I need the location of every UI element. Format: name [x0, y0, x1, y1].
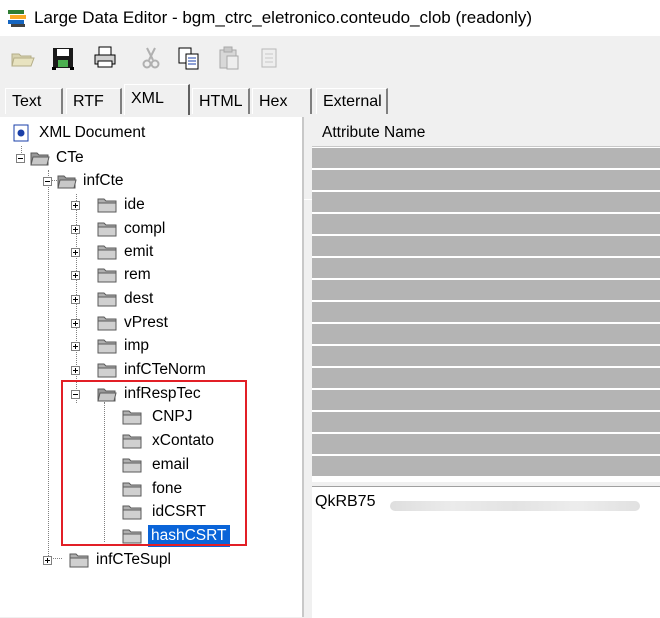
grid-row	[312, 170, 660, 190]
tab-xml[interactable]: XML	[124, 84, 190, 115]
folder-icon	[97, 290, 117, 308]
folder-icon	[97, 266, 117, 284]
tree-label: dest	[124, 290, 154, 307]
grid-row	[312, 390, 660, 410]
tab-html[interactable]: HTML	[192, 88, 250, 114]
grid-row	[312, 280, 660, 300]
clear-icon[interactable]	[256, 44, 282, 72]
folder-icon	[97, 361, 117, 379]
cut-scissors-icon[interactable]	[138, 44, 164, 72]
tree-label: compl	[124, 220, 166, 237]
window-title: Large Data Editor - bgm_ctrc_eletronico.…	[34, 8, 532, 27]
xml-document-icon	[12, 124, 32, 142]
expand-icon[interactable]	[71, 248, 80, 257]
grid-rows	[312, 148, 660, 482]
tree-label-xml-document: XML Document	[39, 124, 146, 141]
tree-label-cte: CTe	[56, 149, 84, 166]
collapse-icon[interactable]	[43, 177, 52, 186]
copy-icon[interactable]	[176, 44, 202, 72]
grid-row	[312, 368, 660, 388]
grid-row	[312, 434, 660, 454]
grid-row	[312, 236, 660, 256]
grid-row	[312, 324, 660, 344]
folder-icon	[97, 337, 117, 355]
obscured-value	[390, 501, 640, 511]
tab-hex[interactable]: Hex	[252, 88, 312, 114]
grid-row	[312, 258, 660, 278]
expand-icon[interactable]	[71, 271, 80, 280]
expand-icon[interactable]	[71, 342, 80, 351]
grid-row	[312, 456, 660, 476]
expand-icon[interactable]	[71, 319, 80, 328]
node-value-textbox[interactable]: QkRB75	[312, 486, 660, 618]
grid-row	[312, 192, 660, 212]
folder-icon	[97, 196, 117, 214]
tree-label: vPrest	[124, 314, 168, 331]
grid-header: Attribute Name	[312, 120, 660, 147]
grid-row	[312, 302, 660, 322]
toolbar	[0, 36, 660, 82]
expand-icon[interactable]	[71, 201, 80, 210]
tree-label-infcte: infCte	[83, 172, 124, 189]
tree-label: emit	[124, 243, 154, 260]
column-header-attribute-name[interactable]: Attribute Name	[312, 124, 425, 141]
tree-label: infCTeSupl	[96, 551, 171, 568]
tree-label: ide	[124, 196, 145, 213]
folder-icon	[97, 314, 117, 332]
grid-row	[312, 214, 660, 234]
highlight-annotation	[61, 380, 247, 546]
tab-text[interactable]: Text	[5, 88, 63, 114]
tab-bar: Text RTF XML HTML Hex External	[0, 84, 660, 200]
title-bar: Large Data Editor - bgm_ctrc_eletronico.…	[0, 0, 660, 36]
node-value-text: QkRB75	[315, 493, 376, 510]
expand-icon[interactable]	[71, 366, 80, 375]
tab-rtf[interactable]: RTF	[66, 88, 122, 114]
grid-row	[312, 412, 660, 432]
save-disk-icon[interactable]	[50, 44, 76, 72]
folder-icon	[97, 220, 117, 238]
attribute-grid[interactable]: Attribute Name	[312, 120, 660, 482]
tab-external[interactable]: External	[316, 88, 388, 114]
folder-icon	[97, 243, 117, 261]
grid-row	[312, 346, 660, 366]
grid-row	[312, 148, 660, 168]
tree-label: imp	[124, 337, 149, 354]
collapse-icon[interactable]	[16, 154, 25, 163]
expand-icon[interactable]	[43, 556, 52, 565]
expand-icon[interactable]	[71, 295, 80, 304]
print-icon[interactable]	[92, 44, 118, 72]
tree-label: rem	[124, 266, 151, 283]
stack-app-icon	[6, 7, 28, 29]
folder-open-icon	[57, 172, 77, 190]
folder-open-icon	[30, 149, 50, 167]
open-folder-icon[interactable]	[10, 44, 36, 72]
expand-icon[interactable]	[71, 225, 80, 234]
folder-icon	[69, 551, 89, 569]
paste-icon[interactable]	[216, 44, 242, 72]
tree-label: infCTeNorm	[124, 361, 206, 378]
